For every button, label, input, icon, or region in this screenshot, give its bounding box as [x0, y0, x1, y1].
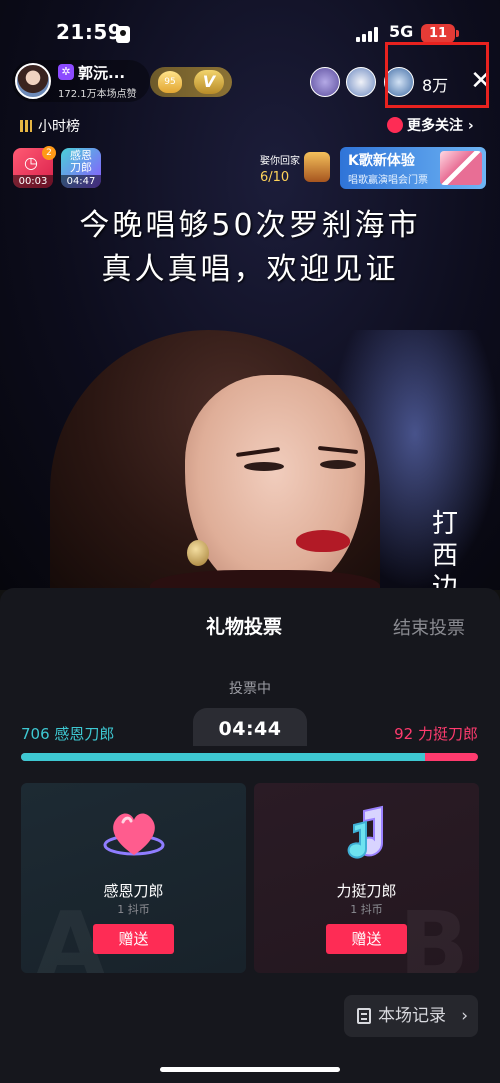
performer-left-eye — [244, 462, 284, 471]
ktv-subtitle: 唱歌赢演唱会门票 — [348, 175, 428, 186]
performer-earring — [187, 540, 209, 566]
host-name: 郭沅... — [78, 64, 126, 82]
vote-status: 投票中 — [229, 681, 271, 697]
network-type: 5G — [389, 22, 414, 41]
host-level-icon: ✲ — [58, 64, 74, 80]
send-gift-button-b[interactable]: 赠送 — [326, 924, 407, 954]
team-b-score: 92 力挺刀郎 — [394, 723, 478, 744]
overlay-caption-line2: 真人真唱，欢迎见证 — [101, 252, 399, 287]
rank-label: 小时榜 — [38, 119, 80, 135]
viewer-avatar[interactable] — [310, 67, 340, 97]
vote-panel: 礼物投票 结束投票 投票中 04:44 706 感恩刀郎 92 力挺刀郎 A 感… — [0, 588, 500, 1083]
team-a-name: 感恩刀郎 — [54, 725, 115, 743]
battery-icon: 11 — [421, 24, 459, 43]
record-label: 本场记录 — [378, 1006, 446, 1026]
highlight-annotation — [385, 42, 489, 108]
overlay-caption-line1: 今晚唱够50次罗刹海市 — [79, 208, 421, 243]
clock-icon: ◷ — [24, 153, 38, 172]
card-name-a: 感恩刀郎 — [103, 882, 164, 900]
host-avatar[interactable] — [15, 63, 51, 99]
viewer-avatar[interactable] — [346, 67, 376, 97]
record-button[interactable]: 本场记录 › — [344, 995, 478, 1037]
card-price-a: 1 抖币 — [117, 903, 150, 916]
record-list-icon — [357, 1008, 371, 1024]
performer-right-eye — [320, 460, 356, 469]
music-note-gift-icon — [347, 805, 383, 859]
sim-card-icon — [116, 26, 130, 43]
send-gift-button-a[interactable]: 赠送 — [93, 924, 174, 954]
performer-face — [185, 375, 365, 590]
hourly-rank[interactable]: 小时榜 — [20, 116, 80, 136]
fan-heart-icon: 95 — [158, 71, 182, 93]
vote-progress-bar — [21, 753, 478, 761]
status-time: 21:59 — [56, 20, 123, 44]
heart-gift-icon — [103, 813, 165, 856]
performer-shoulder — [150, 570, 380, 590]
team-a-progress — [21, 753, 426, 761]
ktv-heart-image — [440, 151, 482, 185]
home-indicator — [160, 1067, 340, 1072]
tab-gift-vote[interactable]: 礼物投票 — [206, 612, 282, 639]
more-follow-button[interactable]: 更多关注 › — [387, 115, 474, 135]
card-price-b: 1 抖币 — [350, 903, 383, 916]
end-vote-button[interactable]: 结束投票 — [393, 614, 465, 640]
team-a-score: 706 感恩刀郎 — [21, 723, 114, 744]
rank-icon — [20, 120, 32, 132]
host-likes: 172.1万本场点赞 — [58, 89, 137, 100]
chevron-right-icon: › — [461, 1006, 468, 1026]
verified-v-icon: V — [194, 70, 224, 94]
task-progress: 6/10 — [260, 170, 290, 185]
ktv-title: K歌新体验 — [348, 153, 415, 169]
vote-timer: 04:47 — [61, 175, 101, 188]
team-a-votes: 706 — [21, 725, 50, 743]
ktv-banner[interactable]: K歌新体验 唱歌赢演唱会门票 — [340, 147, 486, 189]
vote-title: 感恩 刀郎 — [70, 149, 92, 174]
team-b-name: 力挺刀郎 — [417, 725, 478, 743]
task-gift-icon — [304, 152, 330, 182]
vote-card-a[interactable]: A 感恩刀郎 1 抖币 赠送 — [21, 783, 246, 973]
signal-strength-icon — [356, 26, 382, 42]
pk-timer: 00:03 — [13, 175, 53, 188]
task-label: 娶你回家 — [260, 156, 300, 167]
team-b-votes: 92 — [394, 725, 414, 743]
task-widget[interactable]: 娶你回家 6/10 — [256, 148, 334, 188]
fans-club-badge[interactable]: 95 V — [150, 67, 232, 97]
pk-badge: 2 — [42, 146, 56, 160]
more-follow-label: 更多关注 › — [407, 118, 474, 134]
follow-icon — [387, 117, 403, 133]
pk-entry-vote[interactable]: 感恩 刀郎 04:47 — [61, 148, 101, 188]
performer-lips — [296, 530, 350, 552]
vote-card-b[interactable]: B 力挺刀郎 1 抖币 赠送 — [254, 783, 479, 973]
host-info[interactable]: ✲ 郭沅... 172.1万本场点赞 — [12, 60, 150, 102]
card-name-b: 力挺刀郎 — [336, 882, 397, 900]
